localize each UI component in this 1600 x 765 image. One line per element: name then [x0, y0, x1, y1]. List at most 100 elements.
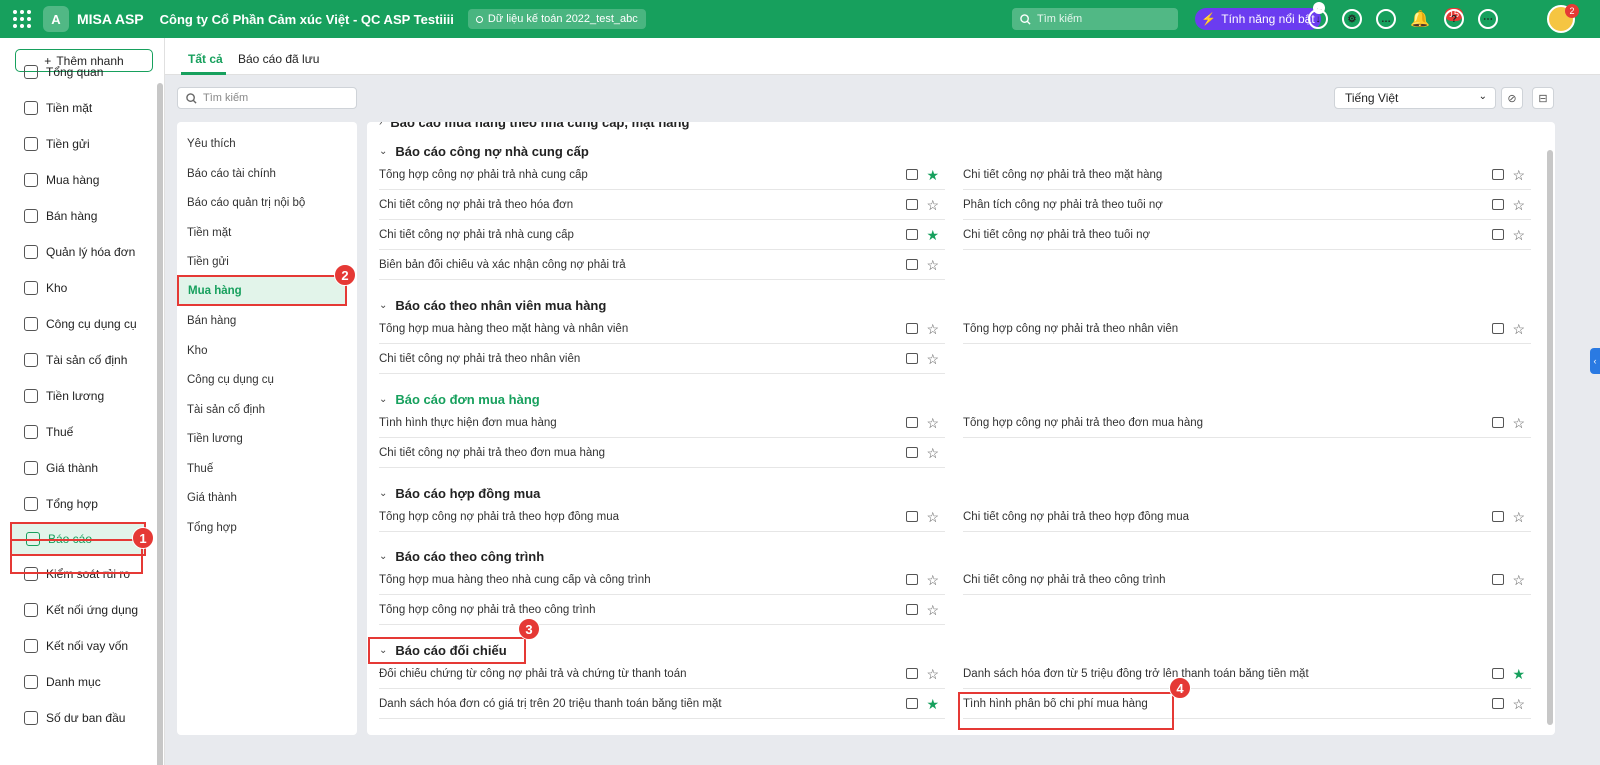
expand-panel-icon[interactable]: ‹: [1590, 348, 1600, 374]
category-item[interactable]: Yêu thích: [187, 138, 236, 150]
category-item[interactable]: Kho: [187, 345, 207, 357]
report-item[interactable]: Tổng hợp mua hàng theo mặt hàng và nhân …: [379, 314, 945, 344]
gear-icon[interactable]: ⚙: [1342, 9, 1362, 29]
star-icon[interactable]: ★: [1512, 667, 1525, 681]
preview-icon[interactable]: [906, 698, 919, 709]
report-item[interactable]: Đối chiếu chứng từ công nợ phải trả và c…: [379, 659, 945, 689]
category-item[interactable]: Báo cáo quản trị nội bộ: [187, 197, 305, 209]
report-item[interactable]: Tổng hợp công nợ phải trả theo đơn mua h…: [963, 408, 1531, 438]
preview-icon[interactable]: [906, 259, 919, 270]
star-icon[interactable]: ☆: [1512, 228, 1525, 242]
category-item[interactable]: Báo cáo tài chính: [187, 168, 276, 180]
preview-icon[interactable]: [906, 353, 919, 364]
star-icon[interactable]: ☆: [926, 667, 939, 681]
category-item[interactable]: Tổng hợp: [187, 522, 237, 534]
preview-icon[interactable]: [906, 604, 919, 615]
chat-icon[interactable]: …: [1376, 9, 1396, 29]
preview-icon[interactable]: [1492, 229, 1505, 240]
sidebar-item[interactable]: Bán hàng: [10, 199, 146, 233]
hide-icon[interactable]: ⊘: [1501, 87, 1523, 109]
star-icon[interactable]: ☆: [1512, 198, 1525, 212]
report-item[interactable]: Chi tiết công nợ phải trả theo nhân viên…: [379, 344, 945, 374]
category-item[interactable]: Tiền lương: [187, 433, 243, 445]
preview-icon[interactable]: [906, 417, 919, 428]
preview-icon[interactable]: [906, 511, 919, 522]
avatar[interactable]: 2: [1547, 4, 1579, 33]
report-group-header[interactable]: ⌄ Báo cáo đơn mua hàng: [379, 392, 540, 407]
preview-icon[interactable]: [906, 199, 919, 210]
sidebar-scrollbar[interactable]: [157, 83, 163, 765]
star-icon[interactable]: ☆: [1512, 416, 1525, 430]
sidebar-item[interactable]: Thuế: [10, 415, 146, 449]
star-icon[interactable]: ☆: [926, 352, 939, 366]
category-item[interactable]: Tiền gửi: [187, 256, 229, 268]
report-item[interactable]: Biên bản đối chiếu và xác nhận công nợ p…: [379, 250, 945, 280]
star-icon[interactable]: ☆: [926, 258, 939, 272]
preview-icon[interactable]: [1492, 668, 1505, 679]
sidebar-item[interactable]: Quản lý hóa đơn: [10, 235, 146, 269]
sidebar-item[interactable]: Giá thành: [10, 451, 146, 485]
sidebar-item[interactable]: Mua hàng: [10, 163, 146, 197]
preview-icon[interactable]: [1492, 199, 1505, 210]
category-item[interactable]: Tiền mặt: [187, 227, 231, 239]
global-search-input[interactable]: Tìm kiếm: [1012, 8, 1178, 30]
sidebar-item[interactable]: Kiểm soát rủi ro: [10, 557, 146, 591]
preview-icon[interactable]: [906, 229, 919, 240]
star-icon[interactable]: ☆: [1512, 697, 1525, 711]
report-item[interactable]: Tổng hợp công nợ phải trả theo công trìn…: [379, 595, 945, 625]
sidebar-item[interactable]: Tài sản cố định: [10, 343, 146, 377]
featured-button[interactable]: ⚡ Tính năng nổi bật ←: [1195, 2, 1325, 30]
report-item[interactable]: Chi tiết công nợ phải trả theo công trìn…: [963, 565, 1531, 595]
preview-icon[interactable]: [906, 169, 919, 180]
sidebar-item[interactable]: Tổng hợp: [10, 487, 146, 521]
star-icon[interactable]: ★: [926, 228, 939, 242]
report-search-input[interactable]: Tìm kiếm: [177, 87, 357, 109]
report-group-header[interactable]: ⌄ Báo cáo hợp đồng mua: [379, 486, 540, 501]
preview-icon[interactable]: [1492, 698, 1505, 709]
star-icon[interactable]: ★: [926, 697, 939, 711]
sidebar-item[interactable]: Công cụ dụng cụ: [10, 307, 146, 341]
sidebar-item[interactable]: Kho: [10, 271, 146, 305]
report-item[interactable]: Chi tiết công nợ phải trả theo tuổi nợ ☆: [963, 220, 1531, 250]
sidebar-item[interactable]: Kết nối vay vốn: [10, 629, 146, 663]
sidebar-item[interactable]: Báo cáo: [10, 522, 146, 556]
category-item[interactable]: Tài sản cố định: [187, 404, 265, 416]
company-name[interactable]: Công ty Cổ Phần Cảm xúc Việt - QC ASP Te…: [160, 12, 454, 27]
preview-icon[interactable]: [906, 574, 919, 585]
star-icon[interactable]: ☆: [1512, 573, 1525, 587]
star-icon[interactable]: ☆: [1512, 168, 1525, 182]
language-select[interactable]: Tiếng Việt ⌄: [1334, 87, 1496, 109]
report-item[interactable]: Tổng hợp mua hàng theo nhà cung cấp và c…: [379, 565, 945, 595]
preview-icon[interactable]: [1492, 323, 1505, 334]
more-icon[interactable]: ⋯: [1478, 9, 1498, 29]
star-icon[interactable]: ☆: [926, 446, 939, 460]
report-item[interactable]: Chi tiết công nợ phải trả nhà cung cấp ★: [379, 220, 945, 250]
preview-icon[interactable]: [1492, 169, 1505, 180]
category-item-active[interactable]: Mua hàng: [177, 275, 347, 306]
star-icon[interactable]: ☆: [926, 198, 939, 212]
report-group-header[interactable]: ⌄ Báo cáo công nợ nhà cung cấp: [379, 144, 589, 159]
sidebar-item[interactable]: Tiền mặt: [10, 91, 146, 125]
report-group-header[interactable]: ⌄ Báo cáo theo nhân viên mua hàng: [379, 298, 606, 313]
star-icon[interactable]: ☆: [926, 510, 939, 524]
preview-icon[interactable]: [1492, 511, 1505, 522]
apps-grid-icon[interactable]: [11, 8, 33, 30]
report-item[interactable]: Chi tiết công nợ phải trả theo đơn mua h…: [379, 438, 945, 468]
report-item[interactable]: Chi tiết công nợ phải trả theo hợp đồng …: [963, 502, 1531, 532]
category-item[interactable]: Bán hàng: [187, 315, 236, 327]
help-icon[interactable]: ?: [1444, 9, 1464, 29]
sidebar-item[interactable]: Tiền gửi: [10, 127, 146, 161]
report-scrollbar[interactable]: [1547, 150, 1553, 725]
category-item[interactable]: Giá thành: [187, 492, 237, 504]
star-icon[interactable]: ★: [926, 168, 939, 182]
report-group-header[interactable]: › Báo cáo mua hàng theo nhà cung cấp, mặt…: [379, 122, 689, 130]
report-item[interactable]: Danh sách hóa đơn có giá trị trên 20 tri…: [379, 689, 945, 719]
report-item[interactable]: Tình hình phân bổ chi phí mua hàng ☆: [963, 689, 1531, 719]
download-icon[interactable]: ↓: [1308, 9, 1328, 29]
tab-all[interactable]: Tất cả: [188, 52, 223, 66]
database-selector[interactable]: Dữ liệu kế toán 2022_test_abc: [467, 9, 646, 29]
report-item[interactable]: Tổng hợp công nợ phải trả theo nhân viên…: [963, 314, 1531, 344]
sidebar-item[interactable]: Danh mục: [10, 665, 146, 699]
star-icon[interactable]: ☆: [926, 603, 939, 617]
preview-icon[interactable]: [906, 447, 919, 458]
